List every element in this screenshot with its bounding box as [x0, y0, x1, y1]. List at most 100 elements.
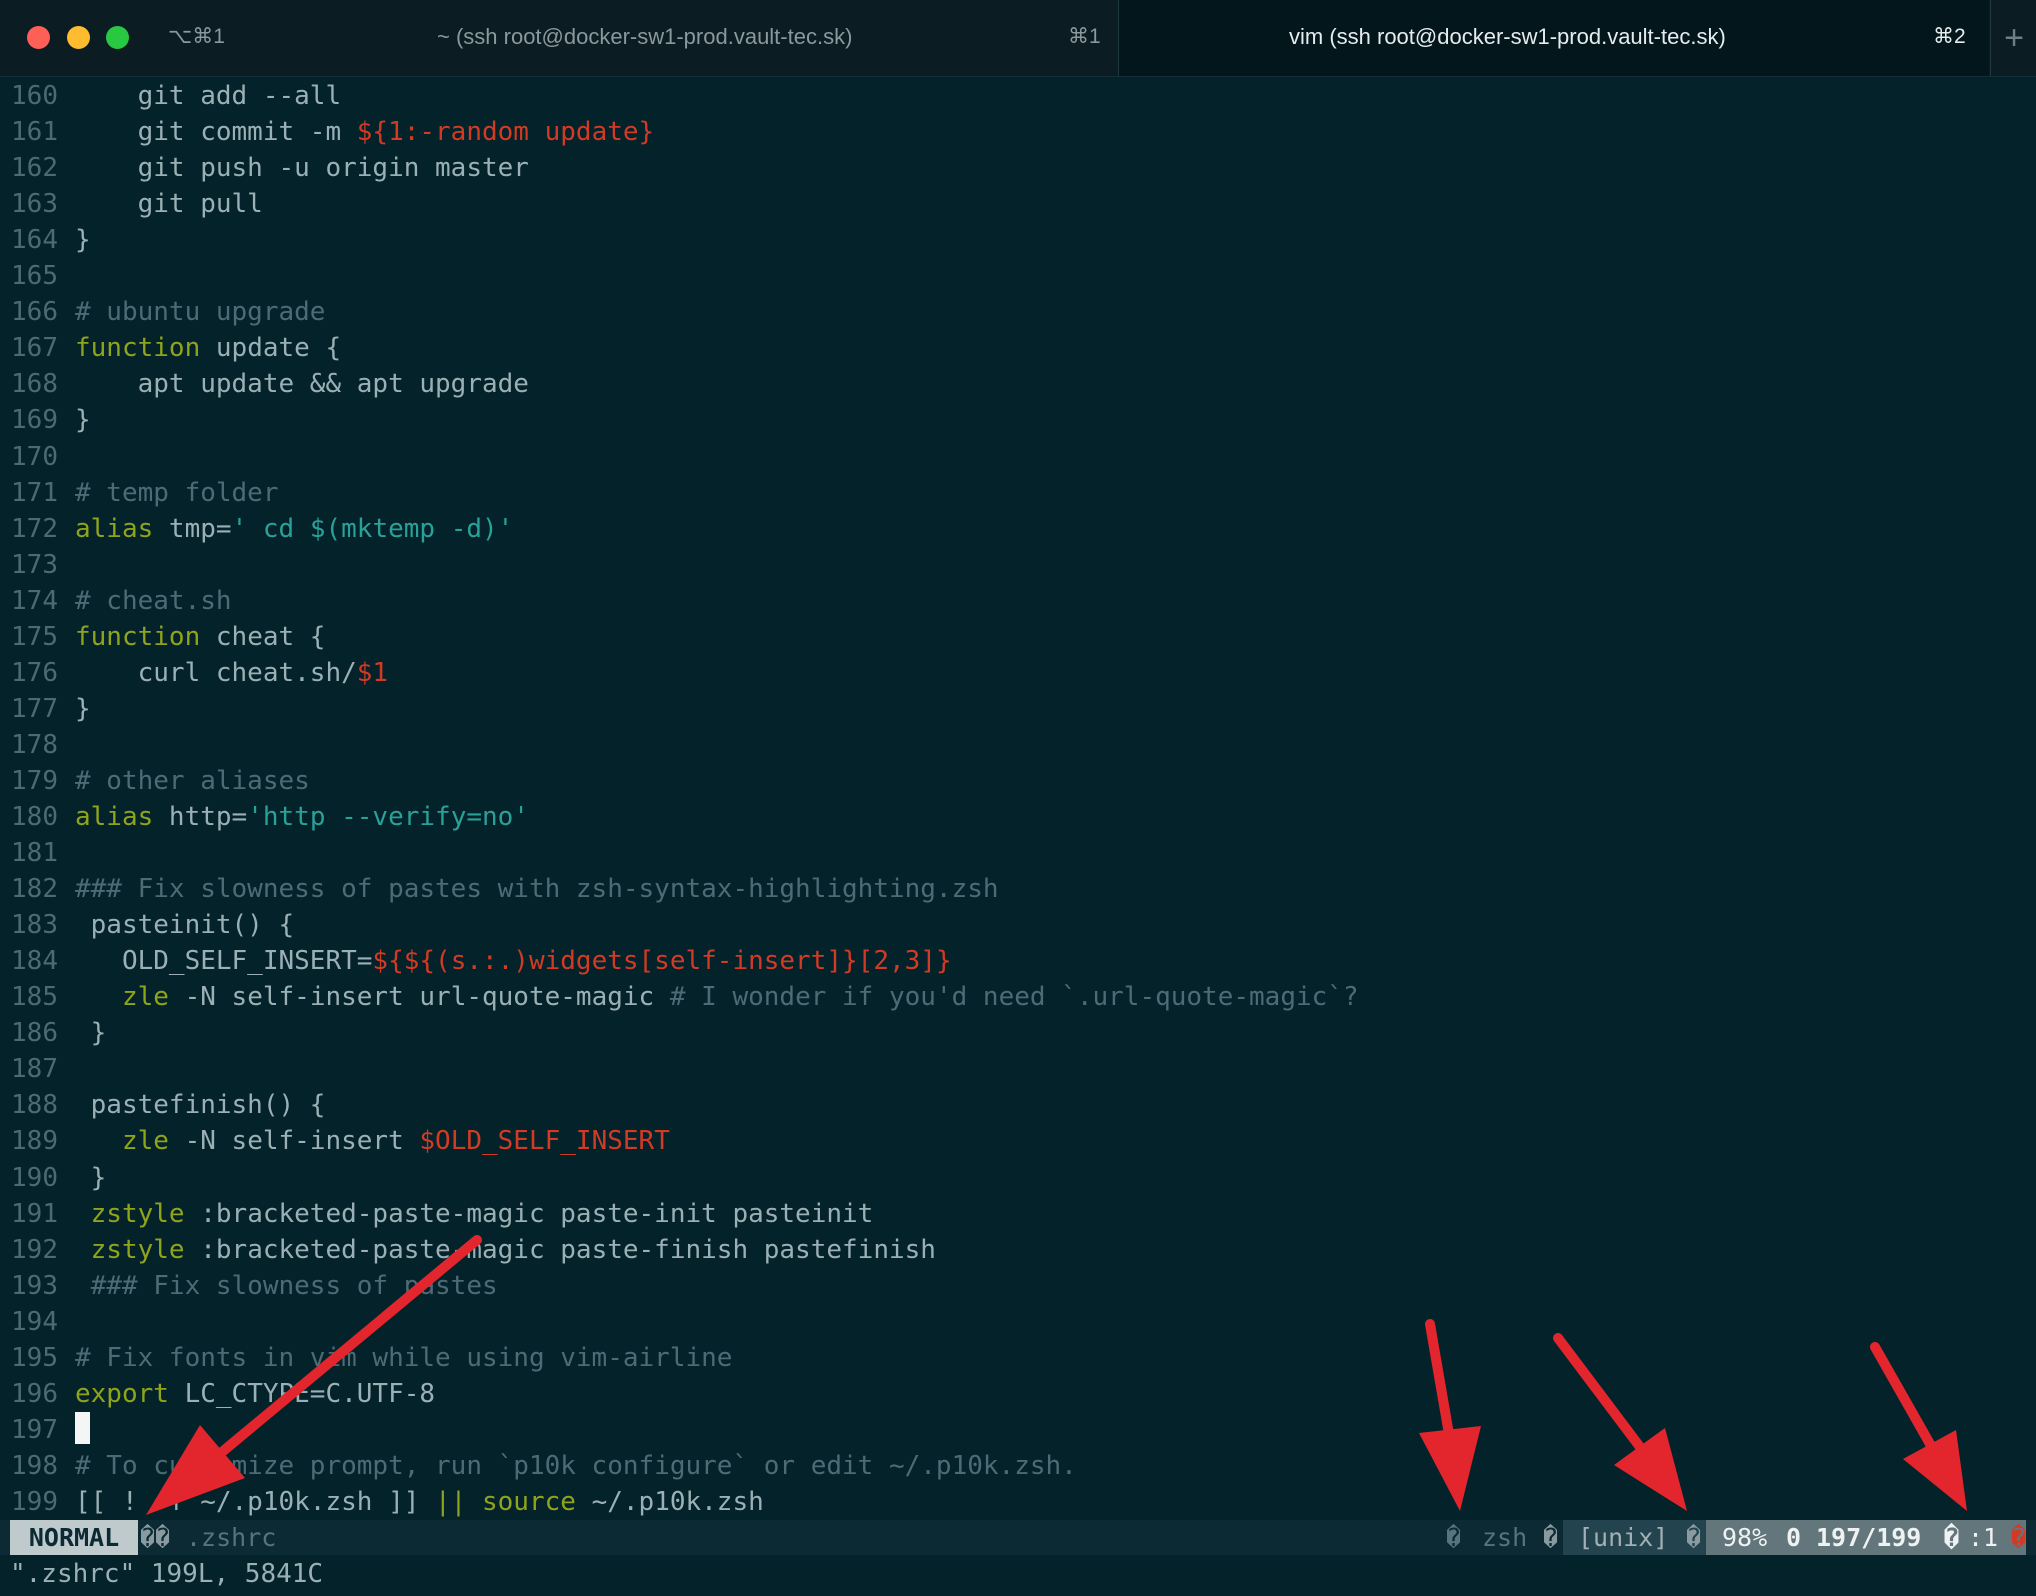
code-text: pastefinish() {: [75, 1087, 326, 1123]
code-text: git commit -m ${1:-random update}: [75, 114, 655, 150]
code-keyword: ||: [435, 1487, 467, 1517]
vim-airline-statusline: NORMAL �� .zshrc � zsh � [unix] � 98% 0 …: [0, 1520, 2036, 1555]
line-number: 170: [11, 442, 58, 472]
code-string: 'http --verify=no': [247, 802, 529, 832]
line-number: 178: [11, 730, 58, 760]
code-text: function cheat {: [75, 619, 325, 655]
line-number: 199: [11, 1487, 58, 1517]
line-number: 192: [11, 1235, 58, 1265]
code-token: OLD_SELF_INSERT=: [75, 946, 373, 976]
code-keyword: zle: [121, 1126, 169, 1156]
code-text: }: [75, 1160, 107, 1196]
line-number: 186: [11, 1018, 58, 1048]
code-text: # Fix fonts in vim while using vim-airli…: [75, 1340, 732, 1376]
line-number: 197: [11, 1415, 58, 1445]
code-text: git add --all: [75, 78, 342, 114]
line-number: 164: [11, 225, 58, 255]
file-format-section: [unix] �: [1563, 1520, 1706, 1555]
column-symbol: �: [1944, 1523, 1960, 1552]
line-number: 161: [11, 117, 58, 147]
code-text: export LC_CTYPE=C.UTF-8: [75, 1376, 435, 1412]
code-keyword: zstyle: [90, 1199, 185, 1229]
code-token: tmp=: [153, 514, 232, 544]
line-number: 176: [11, 658, 58, 688]
vim-command-line[interactable]: ".zshrc" 199L, 5841C: [10, 1556, 323, 1592]
code-token: cheat {: [200, 622, 326, 652]
code-token: :bracketed-paste-magic paste-init pastei…: [184, 1199, 874, 1229]
line-number: 167: [11, 333, 58, 363]
code-token: }: [75, 694, 91, 724]
line-number: 179: [11, 766, 58, 796]
code-keyword: export: [75, 1379, 169, 1409]
code-text: }: [75, 402, 91, 438]
code-keyword: zstyle: [90, 1235, 185, 1265]
code-text: }: [75, 691, 91, 727]
powerline-separator-glyph: �: [1446, 1523, 1462, 1552]
code-text: alias http='http --verify=no': [75, 799, 529, 835]
code-text: [75, 1412, 90, 1448]
code-text: alias tmp=' cd $(mktemp -d)': [75, 511, 513, 547]
scroll-percent: 98%: [1722, 1523, 1768, 1552]
maximize-window-button[interactable]: [106, 26, 129, 49]
code-token: }: [75, 1163, 107, 1193]
minimize-window-button[interactable]: [67, 26, 90, 49]
new-tab-button[interactable]: +: [1990, 0, 2036, 76]
code-comment: # Fix fonts in vim while using vim-airli…: [75, 1343, 733, 1373]
warning-section: �: [2011, 1523, 2027, 1552]
code-token: -N self-insert url-quote-magic: [168, 982, 670, 1012]
line-number: 171: [11, 478, 58, 508]
code-token: [[ ! -f ~/.p10k.zsh ]]: [75, 1487, 436, 1517]
line-number: 163: [11, 189, 58, 219]
line-number: 168: [11, 369, 58, 399]
code-keyword: alias: [75, 514, 154, 544]
file-name: .zshrc: [186, 1523, 277, 1552]
code-keyword: function: [75, 622, 201, 652]
code-text: pasteinit() {: [75, 907, 295, 943]
code-variable: ${${(s.:.)widgets[self-insert]}[2,3]}: [372, 946, 952, 976]
code-token: -N self-insert: [168, 1126, 420, 1156]
code-keyword: function: [75, 333, 201, 363]
line-number: 172: [11, 514, 58, 544]
tab-shortcut: ⌘2: [1933, 25, 1966, 48]
code-token: git add --all: [75, 81, 342, 111]
code-text: # cheat.sh: [75, 583, 232, 619]
code-text: # ubuntu upgrade: [75, 294, 325, 330]
line-number: 182: [11, 874, 58, 904]
code-text: }: [75, 222, 91, 258]
line-number: 196: [11, 1379, 58, 1409]
tab-vim[interactable]: vim (ssh root@docker-sw1-prod.vault-tec.…: [1119, 0, 1989, 76]
code-text: ### Fix slowness of pastes with zsh-synt…: [75, 871, 999, 907]
code-comment: # I wonder if you'd need `.url-quote-mag…: [669, 982, 1359, 1012]
line-number: 173: [11, 550, 58, 580]
close-window-button[interactable]: [27, 26, 50, 49]
line-number: 189: [11, 1126, 58, 1156]
annotation-arrow-icon: [1419, 1319, 1481, 1511]
code-token: git push -u origin master: [75, 153, 529, 183]
code-token: pastefinish() {: [75, 1090, 326, 1120]
code-text: # temp folder: [75, 475, 279, 511]
file-type: zsh: [1482, 1523, 1528, 1552]
line-number: 165: [11, 261, 58, 291]
line-position: 197/199: [1816, 1523, 1922, 1552]
line-number: 162: [11, 153, 58, 183]
code-token: apt update && apt upgrade: [75, 369, 529, 399]
line-number: 194: [11, 1307, 58, 1337]
column-position: :1: [1968, 1523, 1999, 1552]
code-text: zstyle :bracketed-paste-magic paste-fini…: [75, 1232, 936, 1268]
annotation-arrow-icon: [1553, 1333, 1687, 1511]
line-number: 193: [11, 1271, 58, 1301]
powerline-separator-glyph: ��: [139, 1523, 171, 1552]
line-number: 174: [11, 586, 58, 616]
window-titlebar: ~ (ssh root@docker-sw1-prod.vault-tec.sk…: [0, 0, 2036, 77]
line-number-symbol: 0: [1786, 1523, 1802, 1552]
powerline-separator-glyph: �: [1543, 1523, 1559, 1552]
line-number: 160: [11, 81, 58, 111]
code-text: zle -N self-insert url-quote-magic # I w…: [75, 979, 1359, 1015]
tab-shortcut: ⌘1: [1068, 25, 1101, 48]
code-variable: $1: [356, 658, 389, 688]
code-comment: ### Fix slowness of pastes with zsh-synt…: [75, 874, 999, 904]
line-number: 184: [11, 946, 58, 976]
